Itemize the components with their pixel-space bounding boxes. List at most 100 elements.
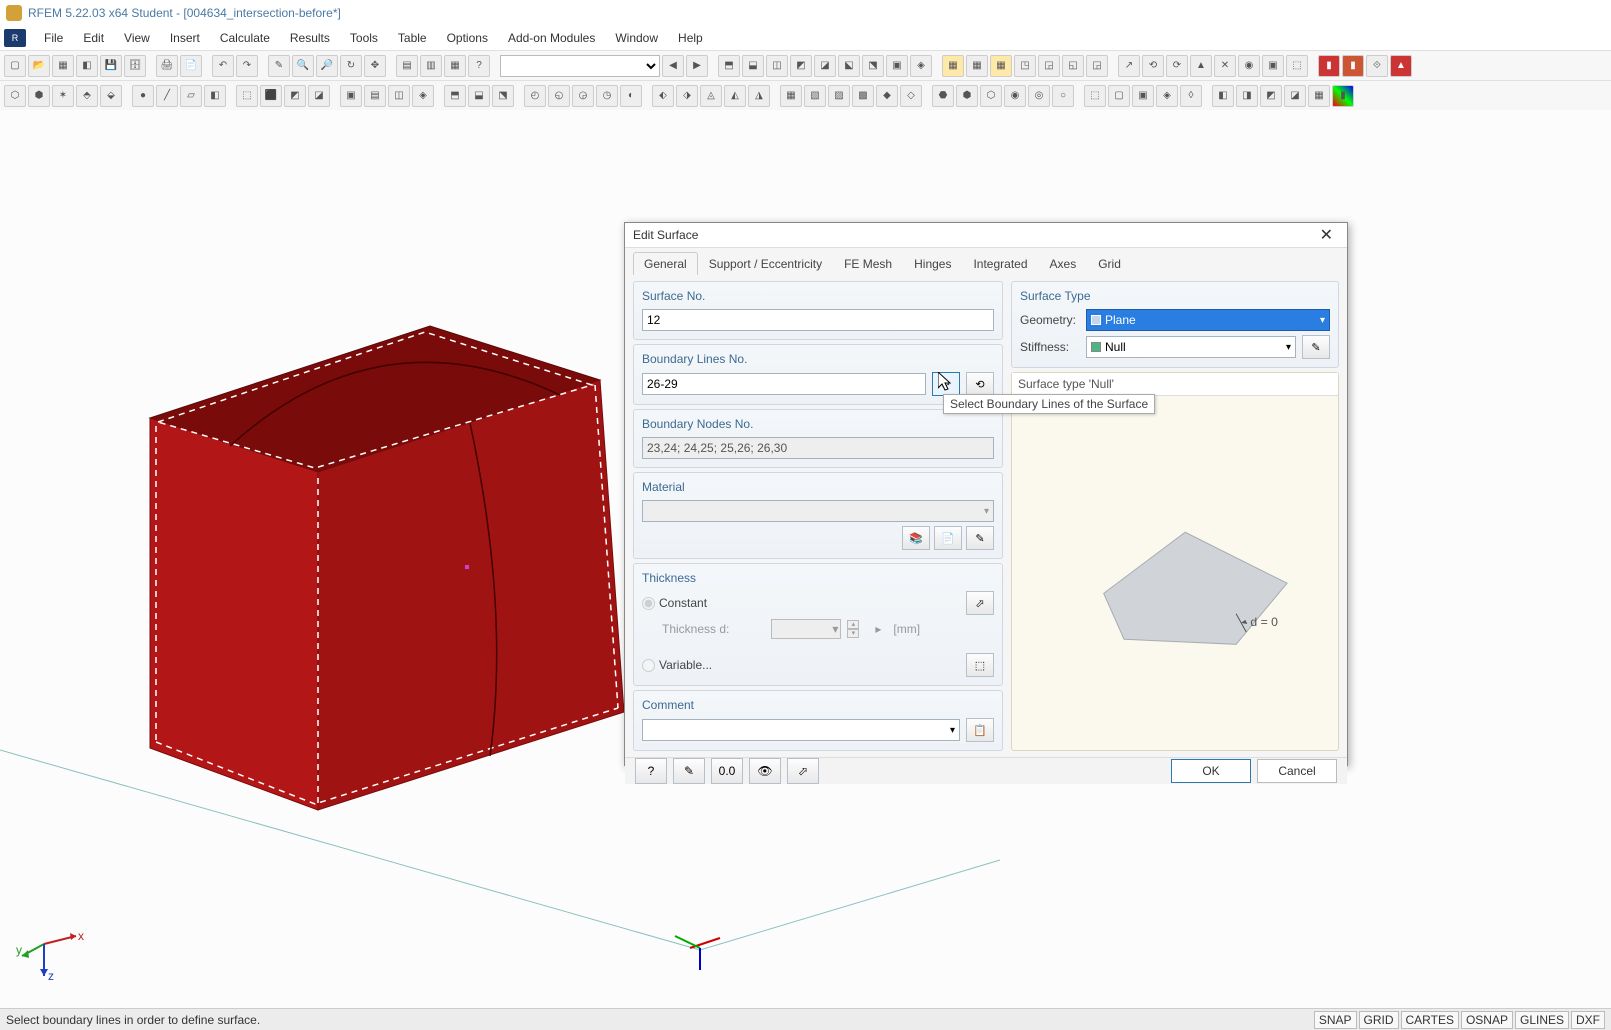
close-icon[interactable]: ✕ [1314, 223, 1339, 247]
tab-femesh[interactable]: FE Mesh [833, 252, 903, 275]
material-lib-icon[interactable]: 📚 [902, 526, 930, 550]
t2-y-icon[interactable]: ◭ [724, 85, 746, 107]
menu-edit[interactable]: Edit [73, 28, 114, 48]
dxf-toggle[interactable]: DXF [1571, 1011, 1605, 1029]
comment-pick-icon[interactable]: 📋 [966, 718, 994, 742]
undo-icon[interactable]: ↶ [212, 55, 234, 77]
t2-aj-icon[interactable]: ◉ [1004, 85, 1026, 107]
tb-j-icon[interactable]: ◉ [1238, 55, 1260, 77]
new-icon[interactable]: ▢ [4, 55, 26, 77]
saveall-icon[interactable]: 🗄 [124, 55, 146, 77]
t2-t-icon[interactable]: ◷ [596, 85, 618, 107]
t2-solid-icon[interactable]: ◧ [204, 85, 226, 107]
t2-an-icon[interactable]: ▢ [1108, 85, 1130, 107]
menu-results[interactable]: Results [280, 28, 340, 48]
menu-calculate[interactable]: Calculate [210, 28, 280, 48]
tb-m-icon[interactable]: ⟐ [1366, 55, 1388, 77]
t2-p-icon[interactable]: ⬔ [492, 85, 514, 107]
list1-icon[interactable]: ▤ [396, 55, 418, 77]
list2-icon[interactable]: ▥ [420, 55, 442, 77]
t2-b-icon[interactable]: ⬢ [28, 85, 50, 107]
open-icon[interactable]: 📂 [28, 55, 50, 77]
grid1-icon[interactable]: ▦ [942, 55, 964, 77]
tab-grid[interactable]: Grid [1087, 252, 1132, 275]
t2-k-icon[interactable]: ▤ [364, 85, 386, 107]
t2-ad-icon[interactable]: ▩ [852, 85, 874, 107]
tab-hinges[interactable]: Hinges [903, 252, 962, 275]
tb-h-icon[interactable]: ▲ [1190, 55, 1212, 77]
zoom-icon[interactable]: 🔎 [316, 55, 338, 77]
geometry-combo[interactable]: Plane ▾ [1086, 309, 1330, 331]
tb-k-icon[interactable]: ▣ [1262, 55, 1284, 77]
t2-z-icon[interactable]: ◮ [748, 85, 770, 107]
cancel-button[interactable]: Cancel [1257, 759, 1337, 783]
help-tb-icon[interactable]: ? [468, 55, 490, 77]
t2-e-icon[interactable]: ⬙ [100, 85, 122, 107]
apps-icon[interactable]: ▦ [52, 55, 74, 77]
tb-d-icon[interactable]: ◲ [1086, 55, 1108, 77]
redo-icon[interactable]: ↷ [236, 55, 258, 77]
footer-eye-icon[interactable]: 👁 [749, 758, 781, 784]
tb-red2-icon[interactable]: ▮ [1342, 55, 1364, 77]
t2-ap-icon[interactable]: ◈ [1156, 85, 1178, 107]
t2-ah-icon[interactable]: ⬢ [956, 85, 978, 107]
t2-ao-icon[interactable]: ▣ [1132, 85, 1154, 107]
footer-help-icon[interactable]: ? [635, 758, 667, 784]
t2-ai-icon[interactable]: ⬡ [980, 85, 1002, 107]
t2-d-icon[interactable]: ⬘ [76, 85, 98, 107]
comment-combo[interactable]: ▾ [642, 719, 960, 741]
grid3-icon[interactable]: ▦ [990, 55, 1012, 77]
t2-r-icon[interactable]: ◵ [548, 85, 570, 107]
material-new-icon[interactable]: 📄 [934, 526, 962, 550]
t2-surf-icon[interactable]: ▱ [180, 85, 202, 107]
t2-av-icon[interactable]: ▦ [1308, 85, 1330, 107]
menu-help[interactable]: Help [668, 28, 713, 48]
t2-s-icon[interactable]: ◶ [572, 85, 594, 107]
menu-file[interactable]: File [34, 28, 73, 48]
boundary-lines-input[interactable] [642, 373, 926, 395]
surface-no-input[interactable] [642, 309, 994, 331]
t2-n-icon[interactable]: ⬒ [444, 85, 466, 107]
material-edit-icon[interactable]: ✎ [966, 526, 994, 550]
tb-red3-icon[interactable]: ▲ [1390, 55, 1412, 77]
t2-l-icon[interactable]: ◫ [388, 85, 410, 107]
clear-lines-icon[interactable]: ⟲ [966, 372, 994, 396]
report-icon[interactable]: 📄 [180, 55, 202, 77]
t2-au-icon[interactable]: ◪ [1284, 85, 1306, 107]
t2-ab-icon[interactable]: ▧ [804, 85, 826, 107]
thickness-const-pick-icon[interactable]: ⬀ [966, 591, 994, 615]
tb-a-icon[interactable]: ◳ [1014, 55, 1036, 77]
t2-w-icon[interactable]: ⬗ [676, 85, 698, 107]
t2-aq-icon[interactable]: ◊ [1180, 85, 1202, 107]
menu-window[interactable]: Window [605, 28, 668, 48]
grid2-icon[interactable]: ▦ [966, 55, 988, 77]
glines-toggle[interactable]: GLINES [1515, 1011, 1569, 1029]
t2-o-icon[interactable]: ⬓ [468, 85, 490, 107]
t2-af-icon[interactable]: ◇ [900, 85, 922, 107]
t2-ak-icon[interactable]: ◎ [1028, 85, 1050, 107]
lc-f-icon[interactable]: ⬕ [838, 55, 860, 77]
loadcase-combo[interactable] [500, 55, 660, 77]
t2-am-icon[interactable]: ⬚ [1084, 85, 1106, 107]
cartes-toggle[interactable]: CARTES [1401, 1011, 1459, 1029]
lc-c-icon[interactable]: ◫ [766, 55, 788, 77]
stiffness-combo[interactable]: Null ▾ [1086, 336, 1296, 358]
t2-aa-icon[interactable]: ▦ [780, 85, 802, 107]
menu-tools[interactable]: Tools [340, 28, 388, 48]
lc-b-icon[interactable]: ⬓ [742, 55, 764, 77]
tab-integrated[interactable]: Integrated [962, 252, 1038, 275]
menu-options[interactable]: Options [437, 28, 498, 48]
list3-icon[interactable]: ▦ [444, 55, 466, 77]
t2-i-icon[interactable]: ◪ [308, 85, 330, 107]
t2-v-icon[interactable]: ⬖ [652, 85, 674, 107]
t2-as-icon[interactable]: ◨ [1236, 85, 1258, 107]
material-combo[interactable]: ▾ [642, 500, 994, 522]
t2-q-icon[interactable]: ◴ [524, 85, 546, 107]
tab-axes[interactable]: Axes [1039, 252, 1088, 275]
footer-pick-icon[interactable]: ⬀ [787, 758, 819, 784]
print-icon[interactable]: 🖨 [156, 55, 178, 77]
osnap-toggle[interactable]: OSNAP [1461, 1011, 1513, 1029]
t2-f-icon[interactable]: ⬚ [236, 85, 258, 107]
menu-addon[interactable]: Add-on Modules [498, 28, 605, 48]
lc-next-icon[interactable]: ▶ [686, 55, 708, 77]
